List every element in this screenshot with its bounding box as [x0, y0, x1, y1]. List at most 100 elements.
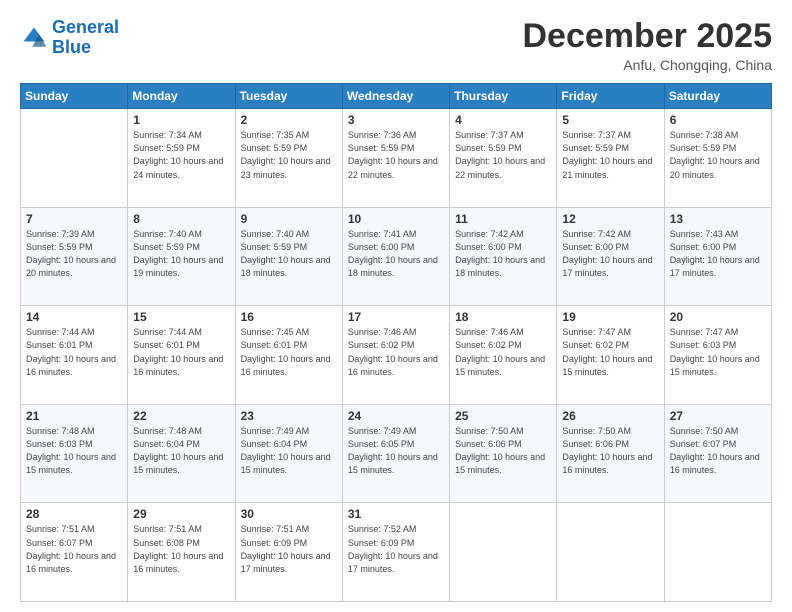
title-block: December 2025 Anfu, Chongqing, China — [522, 18, 772, 73]
day-number: 8 — [133, 212, 229, 226]
cell-info: Sunrise: 7:38 AM Sunset: 5:59 PM Dayligh… — [670, 129, 766, 181]
cell-w2-d6: 12Sunrise: 7:42 AM Sunset: 6:00 PM Dayli… — [557, 207, 664, 306]
cell-info: Sunrise: 7:34 AM Sunset: 5:59 PM Dayligh… — [133, 129, 229, 181]
cell-info: Sunrise: 7:48 AM Sunset: 6:04 PM Dayligh… — [133, 425, 229, 477]
cell-info: Sunrise: 7:45 AM Sunset: 6:01 PM Dayligh… — [241, 326, 337, 378]
day-number: 2 — [241, 113, 337, 127]
week-row-1: 1 Sunrise: 7:34 AM Sunset: 5:59 PM Daylig… — [21, 109, 772, 208]
day-number: 28 — [26, 507, 122, 521]
header: General Blue December 2025 Anfu, Chongqi… — [20, 18, 772, 73]
cell-w4-d4: 24Sunrise: 7:49 AM Sunset: 6:05 PM Dayli… — [342, 404, 449, 503]
day-number: 10 — [348, 212, 444, 226]
cell-w5-d2: 29 Sunrise: 7:51 AM Sunset: 6:08 PM Dayli… — [128, 503, 235, 602]
col-sunday: Sunday — [21, 84, 128, 109]
cell-w1-d1 — [21, 109, 128, 208]
day-number: 31 — [348, 507, 444, 521]
cell-info: Sunrise: 7:51 AM Sunset: 6:07 PM Dayligh… — [26, 523, 122, 575]
cell-w5-d3: 30 Sunrise: 7:51 AM Sunset: 6:09 PM Dayli… — [235, 503, 342, 602]
cell-w2-d5: 11 Sunrise: 7:42 AM Sunset: 6:00 PM Dayli… — [450, 207, 557, 306]
calendar-table: Sunday Monday Tuesday Wednesday Thursday… — [20, 83, 772, 602]
day-number: 12 — [562, 212, 658, 226]
day-number: 13 — [670, 212, 766, 226]
cell-info: Sunrise: 7:49 AM Sunset: 6:04 PM Dayligh… — [241, 425, 337, 477]
cell-w5-d1: 28 Sunrise: 7:51 AM Sunset: 6:07 PM Dayli… — [21, 503, 128, 602]
cell-w3-d5: 18 Sunrise: 7:46 AM Sunset: 6:02 PM Dayli… — [450, 306, 557, 405]
day-number: 7 — [26, 212, 122, 226]
day-number: 29 — [133, 507, 229, 521]
cell-w3-d6: 19Sunrise: 7:47 AM Sunset: 6:02 PM Dayli… — [557, 306, 664, 405]
cell-info: Sunrise: 7:51 AM Sunset: 6:08 PM Dayligh… — [133, 523, 229, 575]
cell-w3-d1: 14Sunrise: 7:44 AM Sunset: 6:01 PM Dayli… — [21, 306, 128, 405]
cell-w5-d5 — [450, 503, 557, 602]
cell-w1-d7: 6 Sunrise: 7:38 AM Sunset: 5:59 PM Daylig… — [664, 109, 771, 208]
day-number: 21 — [26, 409, 122, 423]
day-number: 14 — [26, 310, 122, 324]
cell-w4-d6: 26Sunrise: 7:50 AM Sunset: 6:06 PM Dayli… — [557, 404, 664, 503]
week-row-3: 14 Sunrise: 7:44 AM Sunset: 6:01 PM Dayli… — [21, 306, 772, 405]
col-monday: Monday — [128, 84, 235, 109]
cell-w4-d2: 22 Sunrise: 7:48 AM Sunset: 6:04 PM Dayli… — [128, 404, 235, 503]
cell-info: Sunrise: 7:46 AM Sunset: 6:02 PM Dayligh… — [455, 326, 551, 378]
cell-info: Sunrise: 7:40 AM Sunset: 5:59 PM Dayligh… — [241, 228, 337, 280]
cell-w4-d7: 27 Sunrise: 7:50 AM Sunset: 6:07 PM Dayli… — [664, 404, 771, 503]
cell-info: Sunrise: 7:50 AM Sunset: 6:06 PM Dayligh… — [455, 425, 551, 477]
day-number: 20 — [670, 310, 766, 324]
cell-w2-d3: 9Sunrise: 7:40 AM Sunset: 5:59 PM Daylig… — [235, 207, 342, 306]
page: General Blue December 2025 Anfu, Chongqi… — [0, 0, 792, 612]
cell-info: Sunrise: 7:35 AM Sunset: 5:59 PM Dayligh… — [241, 129, 337, 181]
week-row-2: 7Sunrise: 7:39 AM Sunset: 5:59 PM Daylig… — [21, 207, 772, 306]
day-number: 19 — [562, 310, 658, 324]
cell-w3-d7: 20 Sunrise: 7:47 AM Sunset: 6:03 PM Dayli… — [664, 306, 771, 405]
cell-info: Sunrise: 7:50 AM Sunset: 6:07 PM Dayligh… — [670, 425, 766, 477]
logo-line2: Blue — [52, 37, 91, 57]
day-number: 18 — [455, 310, 551, 324]
cell-info: Sunrise: 7:37 AM Sunset: 5:59 PM Dayligh… — [455, 129, 551, 181]
cell-info: Sunrise: 7:40 AM Sunset: 5:59 PM Dayligh… — [133, 228, 229, 280]
cell-w1-d5: 4 Sunrise: 7:37 AM Sunset: 5:59 PM Daylig… — [450, 109, 557, 208]
day-number: 22 — [133, 409, 229, 423]
cell-info: Sunrise: 7:46 AM Sunset: 6:02 PM Dayligh… — [348, 326, 444, 378]
cell-info: Sunrise: 7:43 AM Sunset: 6:00 PM Dayligh… — [670, 228, 766, 280]
day-number: 16 — [241, 310, 337, 324]
cell-info: Sunrise: 7:37 AM Sunset: 5:59 PM Dayligh… — [562, 129, 658, 181]
cell-w3-d4: 17 Sunrise: 7:46 AM Sunset: 6:02 PM Dayli… — [342, 306, 449, 405]
cell-w3-d3: 16 Sunrise: 7:45 AM Sunset: 6:01 PM Dayli… — [235, 306, 342, 405]
day-number: 5 — [562, 113, 658, 127]
day-number: 17 — [348, 310, 444, 324]
cell-info: Sunrise: 7:47 AM Sunset: 6:03 PM Dayligh… — [670, 326, 766, 378]
cell-w2-d2: 8 Sunrise: 7:40 AM Sunset: 5:59 PM Daylig… — [128, 207, 235, 306]
cell-w4-d5: 25 Sunrise: 7:50 AM Sunset: 6:06 PM Dayli… — [450, 404, 557, 503]
logo-line1: General — [52, 17, 119, 37]
col-tuesday: Tuesday — [235, 84, 342, 109]
logo-text: General Blue — [52, 18, 119, 58]
cell-w1-d2: 1 Sunrise: 7:34 AM Sunset: 5:59 PM Daylig… — [128, 109, 235, 208]
cell-info: Sunrise: 7:48 AM Sunset: 6:03 PM Dayligh… — [26, 425, 122, 477]
week-row-5: 28 Sunrise: 7:51 AM Sunset: 6:07 PM Dayli… — [21, 503, 772, 602]
cell-w5-d6 — [557, 503, 664, 602]
cell-w2-d7: 13 Sunrise: 7:43 AM Sunset: 6:00 PM Dayli… — [664, 207, 771, 306]
col-wednesday: Wednesday — [342, 84, 449, 109]
month-title: December 2025 — [522, 18, 772, 55]
day-number: 11 — [455, 212, 551, 226]
cell-w4-d1: 21 Sunrise: 7:48 AM Sunset: 6:03 PM Dayli… — [21, 404, 128, 503]
logo-icon — [20, 24, 48, 52]
day-number: 4 — [455, 113, 551, 127]
day-number: 25 — [455, 409, 551, 423]
day-number: 23 — [241, 409, 337, 423]
cell-info: Sunrise: 7:51 AM Sunset: 6:09 PM Dayligh… — [241, 523, 337, 575]
calendar-header-row: Sunday Monday Tuesday Wednesday Thursday… — [21, 84, 772, 109]
location-subtitle: Anfu, Chongqing, China — [522, 57, 772, 73]
day-number: 1 — [133, 113, 229, 127]
cell-info: Sunrise: 7:42 AM Sunset: 6:00 PM Dayligh… — [455, 228, 551, 280]
cell-info: Sunrise: 7:44 AM Sunset: 6:01 PM Dayligh… — [133, 326, 229, 378]
cell-info: Sunrise: 7:49 AM Sunset: 6:05 PM Dayligh… — [348, 425, 444, 477]
cell-info: Sunrise: 7:41 AM Sunset: 6:00 PM Dayligh… — [348, 228, 444, 280]
cell-w3-d2: 15Sunrise: 7:44 AM Sunset: 6:01 PM Dayli… — [128, 306, 235, 405]
day-number: 27 — [670, 409, 766, 423]
day-number: 30 — [241, 507, 337, 521]
col-saturday: Saturday — [664, 84, 771, 109]
cell-w4-d3: 23 Sunrise: 7:49 AM Sunset: 6:04 PM Dayli… — [235, 404, 342, 503]
day-number: 6 — [670, 113, 766, 127]
col-friday: Friday — [557, 84, 664, 109]
logo: General Blue — [20, 18, 119, 58]
